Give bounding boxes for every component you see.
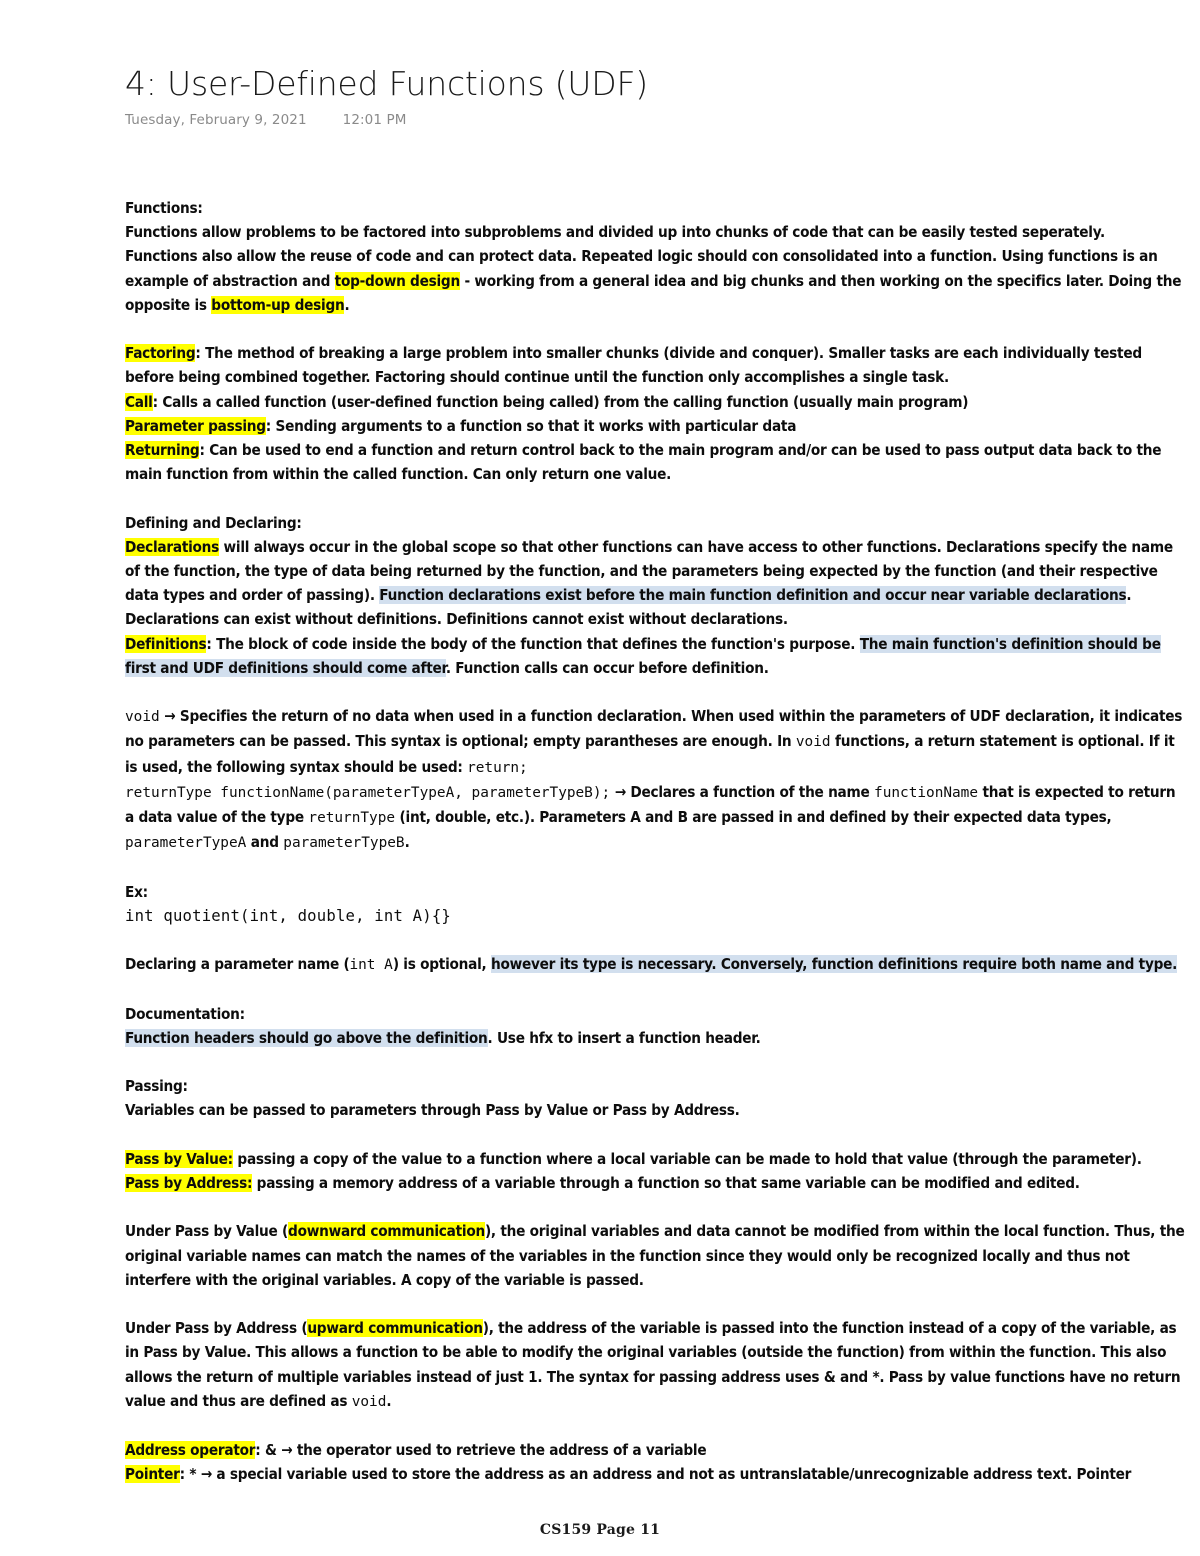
upward-communication-paragraph: Under Pass by Address (upward communicat… <box>125 1316 1187 1414</box>
code-void-keyword: void <box>125 709 160 726</box>
documentation-heading: Documentation: <box>125 1004 245 1023</box>
highlight-upward-communication: upward communication <box>307 1319 483 1338</box>
parameter-passing-definition: : Sending arguments to a function so tha… <box>265 416 797 435</box>
code-parameter-type-b: parameterTypeB <box>283 835 405 852</box>
highlight-top-down-design: top-down design <box>334 271 460 290</box>
pass-by-address-definition: passing a memory address of a variable t… <box>252 1174 1080 1192</box>
document-body: Functions: Functions allow problems to b… <box>125 196 1187 1487</box>
term-parameter-passing: Parameter passing: Sending arguments to … <box>125 414 1187 438</box>
factoring-definition: : The method of breaking a large problem… <box>125 344 1142 387</box>
highlight-call: Call <box>125 392 153 411</box>
example-code-line: int quotient(int, double, int A){} <box>125 906 451 925</box>
parameter-name-note: Declaring a parameter name (int A) is op… <box>125 952 1187 977</box>
functions-line2: Functions also allow the reuse of code a… <box>125 244 1187 317</box>
page-title: 4: User-Defined Functions (UDF) <box>125 64 648 103</box>
void-paragraph: void → Specifies the return of no data w… <box>125 704 1187 780</box>
highlight-pointer: Pointer <box>125 1465 180 1484</box>
highlight-address-operator: Address operator <box>125 1441 256 1460</box>
page-header: 4: User-Defined Functions (UDF) Tuesday,… <box>125 64 1185 128</box>
header-date: Tuesday, February 9, 2021 <box>125 111 307 128</box>
signature-text-a: → Declares a function of the name <box>610 782 875 801</box>
note-text-b: ) is optional, <box>392 955 491 974</box>
code-returntype: returnType <box>308 810 396 827</box>
pass-by-value-definition: passing a copy of the value to a functio… <box>232 1149 1142 1168</box>
code-int-a: int A <box>349 957 393 974</box>
definitions-text-a: : The block of code inside the body of t… <box>206 634 860 653</box>
term-factoring: Factoring: The method of breaking a larg… <box>125 341 1187 389</box>
code-return-statement: return; <box>467 759 528 776</box>
highlight-declarations: Declarations <box>125 537 220 556</box>
signature-paragraph: returnType functionName(parameterTypeA, … <box>125 780 1187 856</box>
term-call: Call: Calls a called function (user-defi… <box>125 390 1187 414</box>
upward-text-c: . <box>386 1391 392 1410</box>
highlight-downward-communication: downward communication <box>288 1222 485 1241</box>
page-timestamp: Tuesday, February 9, 2021 12:01 PM <box>125 112 1185 128</box>
code-void-defined: void <box>351 1393 387 1410</box>
functions-line1: Functions allow problems to be factored … <box>125 223 1105 242</box>
code-function-signature: returnType functionName(parameterTypeA, … <box>125 784 611 801</box>
note-text-a: Declaring a parameter name ( <box>125 955 350 974</box>
highlight-pass-by-value: Pass by Value: <box>125 1149 233 1168</box>
definitions-text-b: . Function calls can occur before defini… <box>445 658 769 677</box>
term-returning: Returning: Can be used to end a function… <box>125 438 1187 486</box>
passing-heading: Passing: <box>125 1077 188 1096</box>
highlight-blue-type-necessary: however its type is necessary. Conversel… <box>490 955 1178 974</box>
code-parameter-type-a: parameterTypeA <box>125 835 247 852</box>
pointer-line: Pointer: * → a special variable used to … <box>125 1462 1187 1486</box>
highlight-definitions: Definitions <box>125 634 207 653</box>
header-time: 12:01 PM <box>342 111 407 128</box>
pass-by-address-line: Pass by Address: passing a memory addres… <box>125 1171 1187 1195</box>
returning-definition: : Can be used to end a function and retu… <box>125 441 1162 484</box>
documentation-paragraph: Function headers should go above the def… <box>125 1026 1187 1050</box>
call-definition: : Calls a called function (user-defined … <box>152 392 969 411</box>
highlight-parameter-passing: Parameter passing <box>125 416 266 435</box>
functions-heading: Functions: <box>125 199 203 217</box>
documentation-text: . Use hfx to insert a function header. <box>487 1028 761 1047</box>
address-operator-line: Address operator: & → the operator used … <box>125 1438 1187 1462</box>
code-void-keyword-2: void <box>795 734 831 751</box>
downward-communication-paragraph: Under Pass by Value (downward communicat… <box>125 1219 1187 1292</box>
address-operator-definition: : & → the operator used to retrieve the … <box>255 1441 707 1460</box>
signature-text-e: . <box>404 833 410 852</box>
highlight-returning: Returning <box>125 441 200 460</box>
highlight-bottom-up-design: bottom-up design <box>211 295 345 314</box>
signature-text-d: and <box>246 833 284 852</box>
signature-text-c: (int, double, etc.). Parameters A and B … <box>395 808 1112 827</box>
declarations-paragraph: Declarations will always occur in the gl… <box>125 535 1187 632</box>
highlight-pass-by-address: Pass by Address: <box>125 1174 253 1192</box>
highlight-blue-declarations-rule: Function declarations exist before the m… <box>379 586 1127 605</box>
page-footer: CS159 Page 11 <box>539 1522 661 1538</box>
passing-intro: Variables can be passed to parameters th… <box>125 1101 740 1120</box>
pass-by-value-line: Pass by Value: passing a copy of the val… <box>125 1147 1187 1171</box>
highlight-factoring: Factoring <box>125 344 196 363</box>
defining-declaring-heading: Defining and Declaring: <box>125 513 302 532</box>
document-page: 4: User-Defined Functions (UDF) Tuesday,… <box>0 0 1200 1556</box>
upward-text-a: Under Pass by Address ( <box>125 1319 308 1338</box>
code-functionname: functionName <box>874 784 979 801</box>
definitions-paragraph: Definitions: The block of code inside th… <box>125 632 1187 680</box>
highlight-blue-function-headers: Function headers should go above the def… <box>125 1028 488 1047</box>
functions-text-c: . <box>344 295 350 314</box>
downward-text-a: Under Pass by Value ( <box>125 1222 289 1241</box>
pointer-definition: : * → a special variable used to store t… <box>179 1465 1132 1484</box>
example-heading: Ex: <box>125 882 148 901</box>
